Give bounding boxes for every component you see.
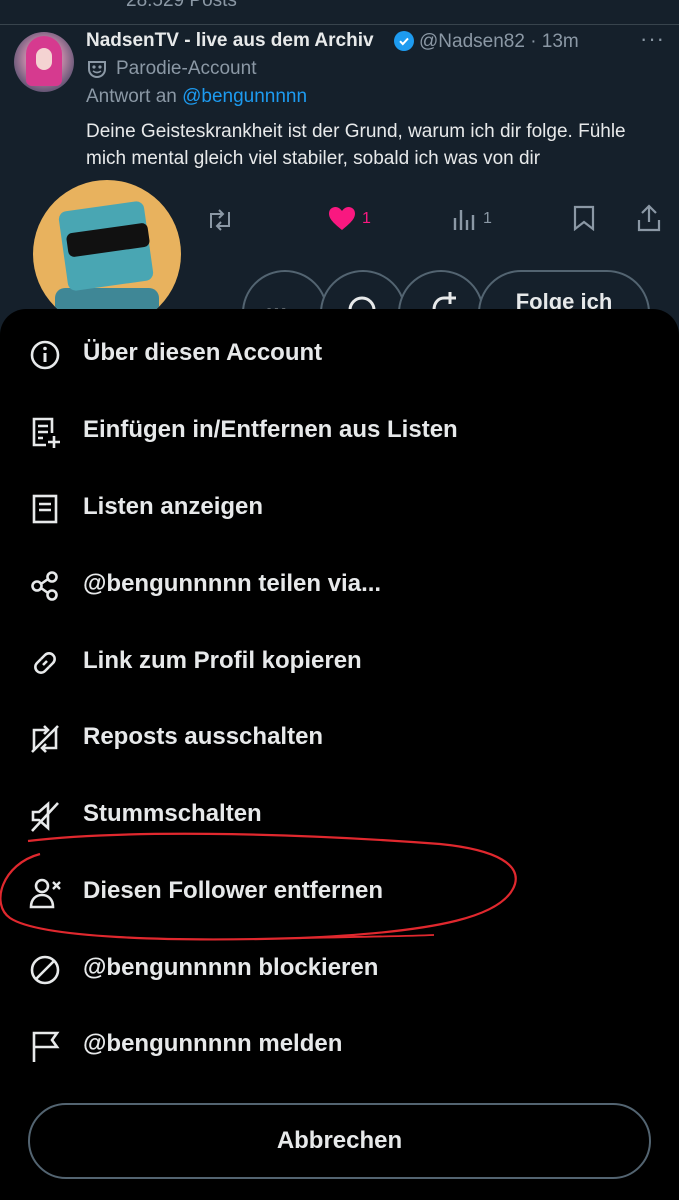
bookmark-button[interactable] [573, 205, 595, 231]
views-chart-icon [453, 210, 475, 230]
menu-item-label: Diesen Follower entfernen [83, 877, 384, 904]
tweet-text: Deine Geisteskrankheit ist der Grund, wa… [86, 121, 626, 169]
reply-handle-link[interactable]: @bengunnnnn [182, 86, 307, 107]
menu-item-label: @bengunnnnn blockieren [83, 954, 379, 981]
tweet-author-handle-time: @Nadsen82 · 13m [419, 31, 579, 52]
list-icon [32, 494, 58, 524]
menu-item-view-lists[interactable]: Listen anzeigen [0, 477, 679, 537]
block-icon [30, 955, 60, 985]
share-upload-icon [637, 204, 661, 232]
tweet-author-avatar[interactable] [14, 32, 74, 92]
repost-icon [210, 209, 230, 231]
menu-item-label: @bengunnnnn teilen via... [83, 570, 382, 597]
menu-item-label: Listen anzeigen [83, 493, 264, 520]
reply-context: Antwort an @bengunnnnn [86, 86, 307, 108]
menu-item-mute[interactable]: Stummschalten [0, 784, 679, 844]
info-icon [30, 340, 60, 370]
posts-count: 28.529 Posts [126, 0, 237, 11]
views-button[interactable]: 1 [452, 206, 492, 232]
menu-item-block[interactable]: @bengunnnnn blockieren [0, 938, 679, 998]
top-header-cut: 28.529 Posts [0, 0, 679, 25]
repost-off-icon [31, 725, 59, 753]
share-icon [31, 571, 58, 601]
like-button[interactable]: 1 [328, 206, 371, 232]
share-tweet-button[interactable] [637, 204, 661, 232]
profile-action-buttons: ··· Folge ich [0, 270, 679, 356]
verified-badge-icon [394, 31, 414, 51]
like-count: 1 [362, 210, 371, 227]
action-sheet: Über diesen Account Einfügen in/Entferne… [0, 309, 679, 1200]
menu-item-label: Über diesen Account [83, 339, 323, 366]
menu-item-label: Einfügen in/Entfernen aus Listen [83, 416, 458, 443]
menu-item-share-via[interactable]: @bengunnnnn teilen via... [0, 554, 679, 614]
tweet[interactable]: NadsenTV - live aus dem Archiv @Nadsen82… [0, 24, 679, 356]
parody-mask-icon [88, 61, 106, 79]
remove-follower-icon [29, 878, 61, 909]
menu-item-label: @bengunnnnn melden [83, 1030, 343, 1057]
menu-item-label: Reposts ausschalten [83, 723, 324, 750]
menu-item-about-account[interactable]: Über diesen Account [0, 323, 679, 383]
menu-item-turn-off-reposts[interactable]: Reposts ausschalten [0, 707, 679, 767]
flag-icon [32, 1031, 60, 1062]
menu-item-add-remove-lists[interactable]: Einfügen in/Entfernen aus Listen [0, 400, 679, 460]
menu-item-label: Stummschalten [83, 800, 262, 827]
tweet-author-name[interactable]: NadsenTV - live aus dem Archiv [86, 30, 374, 52]
repost-button[interactable] [205, 208, 235, 232]
cancel-button[interactable]: Abbrechen [28, 1103, 651, 1179]
reply-prefix: Antwort an [86, 86, 183, 107]
parody-label: Parodie-Account [116, 58, 257, 79]
list-add-icon [32, 417, 60, 448]
menu-item-label: Link zum Profil kopieren [83, 647, 362, 674]
menu-item-report[interactable]: @bengunnnnn melden [0, 1014, 679, 1074]
mute-icon [31, 801, 59, 832]
views-count: 1 [483, 210, 492, 227]
link-icon [34, 652, 56, 674]
menu-item-remove-follower[interactable]: Diesen Follower entfernen [0, 861, 679, 921]
bookmark-icon [573, 205, 595, 231]
tweet-more-icon[interactable]: ··· [640, 26, 665, 52]
heart-icon [329, 207, 355, 230]
menu-item-copy-profile-link[interactable]: Link zum Profil kopieren [0, 631, 679, 691]
